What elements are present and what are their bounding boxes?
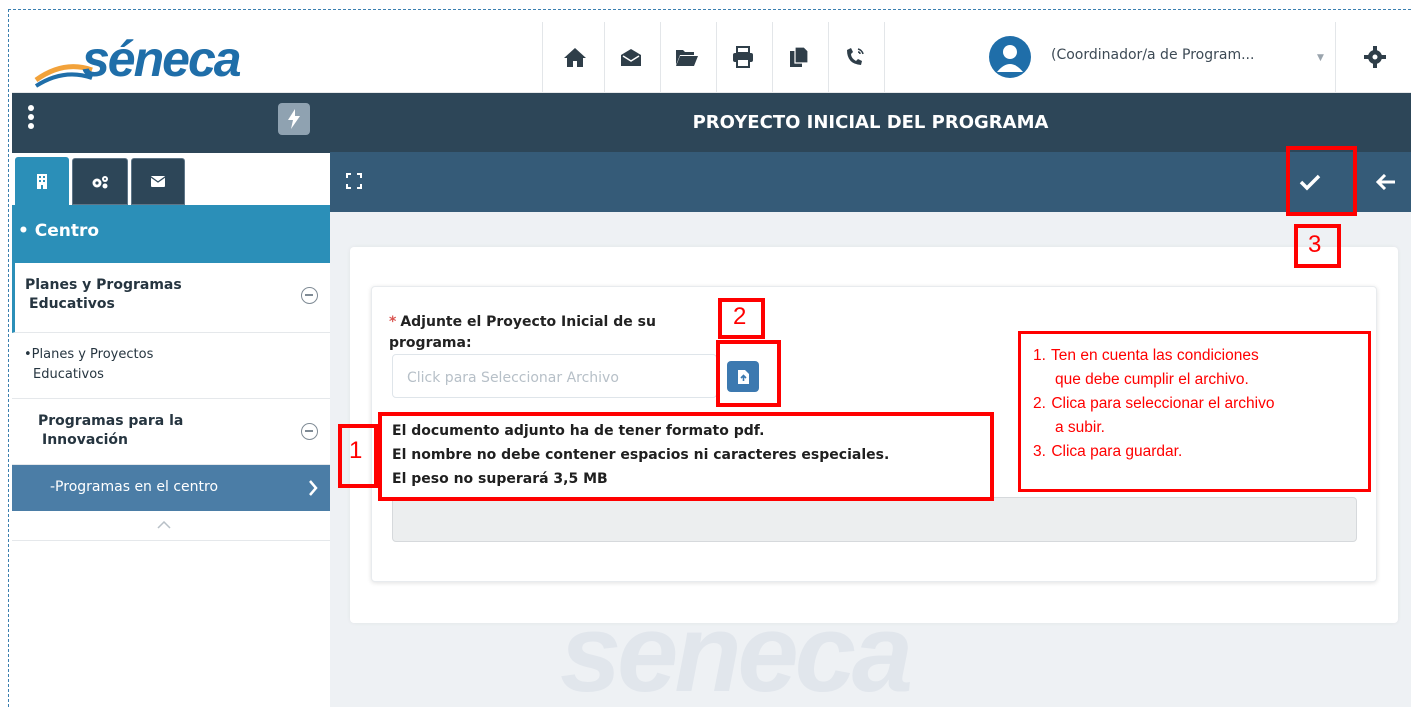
top-header: séneca (Coordinador/a de Program... ▼ [12, 22, 1411, 93]
avatar[interactable] [989, 36, 1031, 78]
phone-ring-icon[interactable] [832, 22, 878, 92]
user-icon [997, 45, 1023, 72]
annotation-number-3: 3 [1308, 231, 1322, 258]
sidebar-item-programas-centro[interactable]: -Programas en el centro [12, 465, 330, 511]
sidebar-item-label: •Planes y Proyectos Educativos [24, 347, 154, 382]
sidebar-section-centro[interactable]: • Centro [12, 205, 330, 263]
copy-icon[interactable] [776, 22, 822, 92]
tab-centro[interactable] [15, 157, 69, 205]
sidebar-header [12, 93, 330, 153]
file-select-input[interactable]: Click para Seleccionar Archivo [392, 354, 717, 398]
folder-open-icon[interactable] [664, 22, 710, 92]
sidebar-collapse-toggle[interactable] [12, 511, 330, 541]
legend-item: 1. Ten en cuenta las condiciones que deb… [1033, 347, 1259, 388]
page-title: PROYECTO INICIAL DEL PROGRAMA [330, 93, 1411, 152]
cogs-icon [92, 175, 108, 188]
required-mark: * [389, 314, 397, 330]
file-field-label: * Adjunte el Proyecto Inicial de su progr… [389, 314, 656, 351]
logo-text: séneca [82, 31, 242, 87]
menu-dots-icon[interactable] [28, 105, 36, 135]
annotation-box-3 [1286, 146, 1357, 216]
tab-configuration[interactable] [72, 158, 128, 205]
bolt-icon[interactable] [278, 103, 310, 135]
sidebar-group-programas-innovacion[interactable]: Programas para la Innovación [12, 399, 330, 465]
legend-item: 2. Clica para seleccionar el archivo a s… [1033, 395, 1275, 436]
gear-icon[interactable] [1352, 22, 1398, 92]
expand-icon[interactable] [346, 173, 362, 189]
frame-dashed-left [8, 9, 9, 707]
home-icon[interactable] [552, 22, 598, 92]
collapse-icon[interactable] [301, 423, 318, 440]
user-role-selector[interactable]: (Coordinador/a de Program... [1051, 47, 1254, 63]
sidebar-item-planes-proyectos[interactable]: •Planes y Proyectos Educativos [12, 333, 330, 399]
sidebar-group-planes-programas[interactable]: Planes y Programas Educativos [12, 263, 330, 333]
chevron-right-icon [309, 480, 318, 496]
tab-messages[interactable] [131, 158, 185, 205]
main-toolbar [330, 152, 1411, 212]
annotation-number-1: 1 [349, 437, 363, 464]
seneca-logo[interactable]: séneca [34, 28, 254, 88]
mail-icon[interactable] [608, 22, 654, 92]
sidebar-group-label: Planes y Programas Educativos [25, 277, 182, 312]
chevron-up-icon [157, 521, 171, 529]
annotation-number-2: 2 [733, 303, 747, 330]
frame-dashed-top [8, 9, 1411, 10]
app-window: séneca (Coordinador/a de Program... ▼ • … [0, 0, 1411, 707]
legend-item: 3. Clica para guardar. [1033, 443, 1183, 460]
chevron-down-icon[interactable]: ▼ [1317, 53, 1324, 63]
annotation-legend: 1. Ten en cuenta las condiciones que deb… [1018, 331, 1371, 492]
sidebar-group-label: Programas para la Innovación [38, 413, 184, 448]
upload-status-field [392, 497, 1357, 542]
annotation-box-2 [716, 340, 781, 407]
envelope-icon [151, 176, 165, 187]
building-icon [37, 174, 47, 189]
sidebar-tabs [12, 153, 330, 205]
annotation-box-1 [378, 412, 994, 501]
print-icon[interactable] [720, 22, 766, 92]
collapse-icon[interactable] [301, 287, 318, 304]
back-arrow-icon[interactable] [1376, 174, 1396, 190]
